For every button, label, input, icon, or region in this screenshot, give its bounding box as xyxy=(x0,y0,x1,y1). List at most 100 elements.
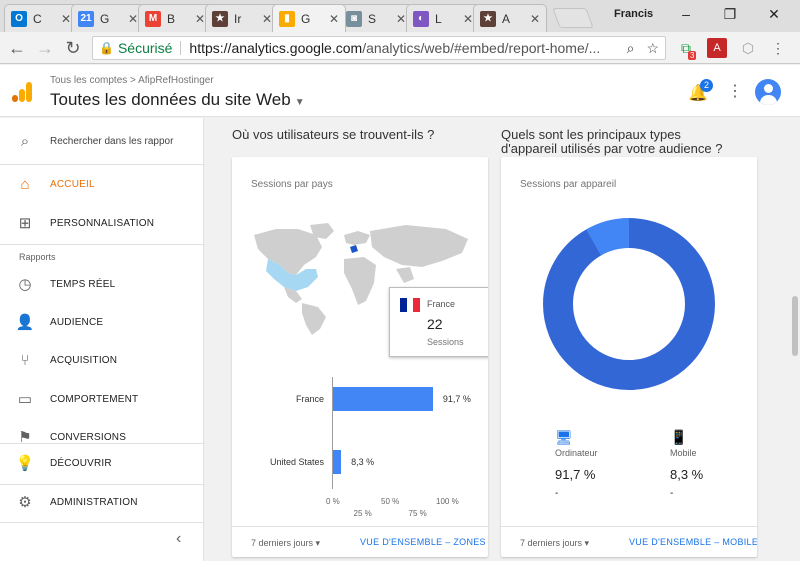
browser-tab-bar: O C ✕ 21 G ✕ M B ✕ ★ Ir ✕ ▮ G ✕ ◙ S ✕ ◐ L ✕ ★ A ✕ Francis – ❐ ✕ xyxy=(0,0,800,32)
analytics-header: Tous les comptes > AfipRefHostinger Tout… xyxy=(0,65,800,117)
page-scrollbar[interactable] xyxy=(790,118,800,561)
mobile-change: - xyxy=(670,488,674,499)
view-mobile-link[interactable]: VUE D'ENSEMBLE – MOBILE xyxy=(629,537,757,547)
lock-icon: 🔒 xyxy=(99,41,114,55)
map-canada xyxy=(254,229,322,275)
bar-chart-axis xyxy=(332,377,333,489)
card-footer: 7 derniers jours ▾ VUE D'ENSEMBLE – ZONE… xyxy=(232,526,488,557)
tab-close-icon[interactable]: ✕ xyxy=(396,12,406,26)
tab-title: L xyxy=(435,11,442,26)
donut-desktop-slice xyxy=(543,218,715,390)
pdf-extension-icon[interactable]: A xyxy=(707,38,727,58)
tab-close-icon[interactable]: ✕ xyxy=(463,12,473,26)
sidebar-search[interactable]: ⌕ Rechercher dans les rappor xyxy=(0,122,204,160)
zoom-icon[interactable]: ⌕ xyxy=(627,40,635,57)
sidebar-item-discover[interactable]: 💡 DÉCOUVRIR xyxy=(0,444,204,482)
cube-extension-icon[interactable]: ⬡ xyxy=(738,38,758,58)
tab-close-icon[interactable]: ✕ xyxy=(128,12,138,26)
collapse-sidebar-chevron-icon[interactable]: ‹ xyxy=(176,530,181,548)
tab-favicon-icon: M xyxy=(145,10,161,27)
sidebar-item-label: TEMPS RÉEL xyxy=(50,278,116,290)
close-window-icon[interactable]: ✕ xyxy=(760,4,788,24)
tab-favicon-icon: ★ xyxy=(480,10,496,27)
device-question-line2: d'appareil utilisés par votre audience ? xyxy=(501,141,723,156)
analytics-logo[interactable] xyxy=(12,82,34,102)
country-bar[interactable] xyxy=(332,450,342,474)
sidebar-item-label: ADMINISTRATION xyxy=(50,496,138,508)
tab-close-icon[interactable]: ✕ xyxy=(530,12,540,26)
sidebar-item-behavior[interactable]: ▭ COMPORTEMENT xyxy=(0,380,204,418)
browser-tab[interactable]: 21 G ✕ xyxy=(71,4,145,32)
desktop-icon: 🖥 xyxy=(555,429,573,445)
url-domain: https://analytics.google.com xyxy=(189,40,363,56)
property-selector[interactable]: Toutes les données du site Web ▼ xyxy=(50,90,305,110)
bookmark-star-icon[interactable]: ☆ xyxy=(646,40,659,57)
sidebar-item-acquisition[interactable]: ⑂ ACQUISITION xyxy=(0,341,204,379)
address-bar[interactable]: 🔒 Sécurisé https://analytics.google.com/… xyxy=(92,36,666,60)
date-range-label: 7 derniers jours xyxy=(520,538,583,548)
mobile-phone-icon: 📱 xyxy=(670,429,688,445)
browser-tab[interactable]: M B ✕ xyxy=(138,4,212,32)
back-icon[interactable]: ← xyxy=(6,37,28,59)
scrollbar-thumb[interactable] xyxy=(792,296,798,356)
lightbulb-icon: 💡 xyxy=(15,455,35,472)
more-options-icon[interactable]: ⋮ xyxy=(727,81,743,101)
view-zones-link[interactable]: VUE D'ENSEMBLE – ZONES xyxy=(360,537,486,547)
location-question: Où vos utilisateurs se trouvent-ils ? xyxy=(232,127,435,142)
sidebar-item-realtime[interactable]: ◷ TEMPS RÉEL xyxy=(0,265,204,303)
minimize-icon[interactable]: – xyxy=(672,4,700,24)
tooltip-value: 22 xyxy=(427,316,443,332)
tab-close-icon[interactable]: ✕ xyxy=(329,12,339,26)
browser-toolbar: ← → ↻ 🔒 Sécurisé https://analytics.googl… xyxy=(0,32,800,64)
desktop-change: - xyxy=(555,488,559,499)
bar-value-label: 91,7 % xyxy=(442,394,471,404)
date-range-selector[interactable]: 7 derniers jours ▾ xyxy=(251,538,320,549)
map-asia xyxy=(370,225,468,267)
browser-profile-name[interactable]: Francis xyxy=(614,8,653,20)
sidebar-item-label: CONVERSIONS xyxy=(50,431,127,443)
sidebar-item-audience[interactable]: 👤 AUDIENCE xyxy=(0,303,204,341)
sidebar-item-customization[interactable]: ⊞ PERSONNALISATION xyxy=(0,204,204,242)
search-placeholder: Rechercher dans les rappor xyxy=(50,135,174,147)
sidebar-item-label: DÉCOUVRIR xyxy=(50,457,112,469)
sidebar-divider xyxy=(0,522,204,523)
browser-tab[interactable]: ◙ S ✕ xyxy=(339,4,413,32)
map-india xyxy=(396,267,414,283)
browser-tab[interactable]: O C ✕ xyxy=(4,4,78,32)
browser-tab[interactable]: ▮ G ✕ xyxy=(272,4,346,32)
url-text[interactable]: https://analytics.google.com/analytics/w… xyxy=(189,40,620,56)
browser-tab[interactable]: ★ Ir ✕ xyxy=(205,4,279,32)
caret-down-icon: ▾ xyxy=(315,538,321,548)
country-bar[interactable] xyxy=(332,387,433,411)
tooltip-label: Sessions xyxy=(427,337,464,347)
device-question-line1: Quels sont les principaux types xyxy=(501,127,681,142)
tab-title: G xyxy=(301,11,311,26)
reload-icon[interactable]: ↻ xyxy=(62,37,84,59)
new-tab-button[interactable] xyxy=(552,8,594,28)
dashboard-plus-icon: ⊞ xyxy=(18,215,32,232)
restore-icon[interactable]: ❐ xyxy=(716,4,744,24)
browser-menu-icon[interactable]: ⋮ xyxy=(768,38,788,58)
forward-icon[interactable]: → xyxy=(34,37,56,59)
sessions-by-device-card: Sessions par appareil 🖥 Ordinateur 91,7 … xyxy=(501,157,757,557)
browser-tab[interactable]: ★ A ✕ xyxy=(473,4,547,32)
acquisition-icon: ⑂ xyxy=(20,351,30,369)
account-avatar[interactable] xyxy=(755,79,781,105)
secure-label: Sécurisé xyxy=(117,40,173,56)
device-donut-chart[interactable] xyxy=(542,217,716,391)
account-breadcrumb[interactable]: Tous les comptes > AfipRefHostinger xyxy=(50,75,214,86)
tab-close-icon[interactable]: ✕ xyxy=(195,12,205,26)
caret-down-icon: ▼ xyxy=(294,97,305,108)
person-icon: 👤 xyxy=(15,314,35,331)
sidebar-item-home[interactable]: ⌂ ACCUEIL xyxy=(0,165,204,203)
tab-close-icon[interactable]: ✕ xyxy=(262,12,272,26)
tab-close-icon[interactable]: ✕ xyxy=(61,12,71,26)
date-range-selector[interactable]: 7 derniers jours ▾ xyxy=(520,538,589,549)
tab-favicon-icon: O xyxy=(11,10,27,27)
bar-category-label: United States xyxy=(269,457,324,467)
france-flag-icon xyxy=(400,298,421,312)
sidebar-divider xyxy=(0,244,204,245)
browser-tab[interactable]: ◐ L ✕ xyxy=(406,4,480,32)
sidebar-item-admin[interactable]: ⚙ ADMINISTRATION xyxy=(0,483,204,521)
tab-title: A xyxy=(502,11,511,26)
